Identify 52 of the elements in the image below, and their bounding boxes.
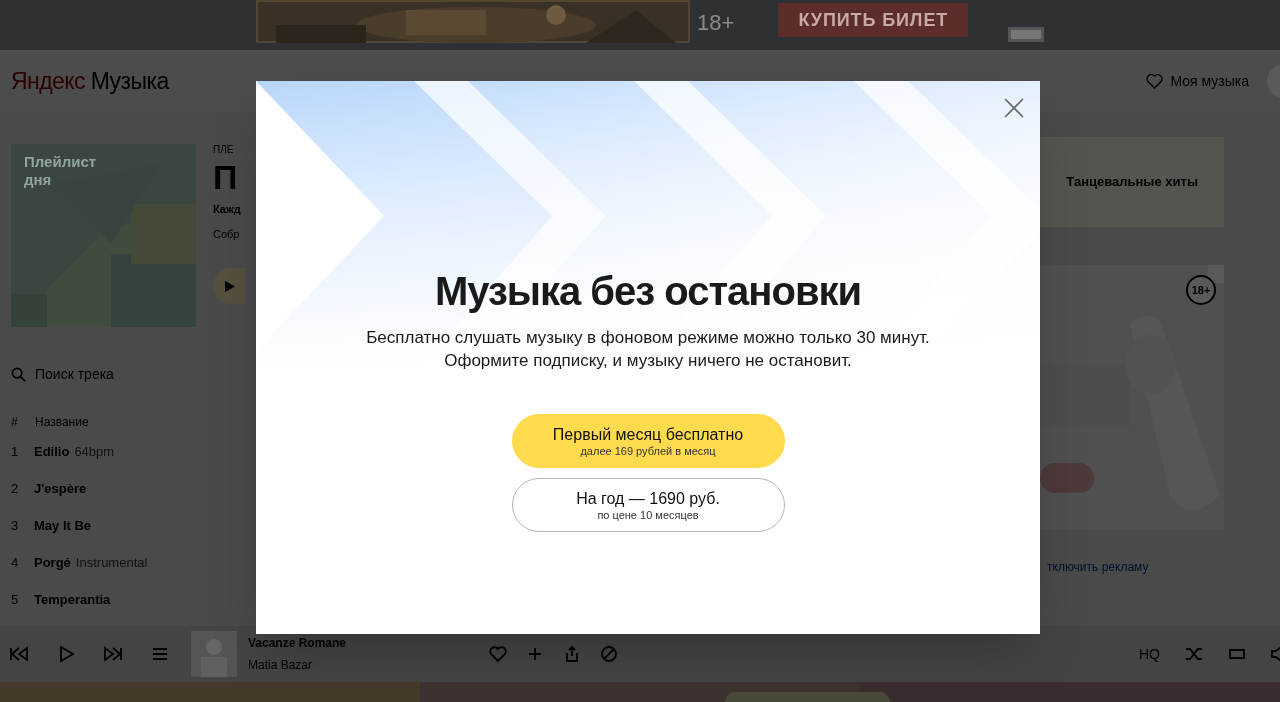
heart-icon bbox=[1146, 73, 1164, 89]
track-title: J'espère bbox=[34, 479, 87, 498]
dialog-text: Бесплатно слушать музыку в фоновом режиме можно только 30 минут. Оформите подписку, и музыку ничего не остановит. bbox=[366, 327, 930, 372]
playlist-title: П bbox=[213, 157, 239, 197]
block-icon[interactable] bbox=[599, 645, 619, 663]
track-row[interactable]: 5 Temperantia bbox=[11, 581, 213, 618]
ad-icon bbox=[1008, 27, 1045, 42]
card-title: Танцевальные хиты bbox=[1066, 173, 1198, 192]
track-title[interactable]: Vacanze Romane bbox=[248, 634, 488, 652]
close-button[interactable] bbox=[1004, 98, 1024, 118]
track-title: May It Be bbox=[34, 516, 92, 535]
track-search-field[interactable]: Поиск трека bbox=[35, 364, 205, 385]
track-title: Edilio bbox=[34, 442, 70, 461]
track-number: 3 bbox=[11, 516, 20, 535]
track-row[interactable]: 3 May It Be bbox=[11, 507, 213, 544]
track-number: 4 bbox=[11, 553, 20, 572]
logo[interactable]: Яндекс Музыка bbox=[11, 63, 169, 99]
column-header: # bbox=[11, 414, 19, 431]
track-row[interactable]: 4 Porgé Instrumental bbox=[11, 544, 213, 581]
annual-plan-button[interactable]: На год — 1690 руб. по цене 10 месяцев bbox=[511, 478, 785, 532]
close-icon bbox=[1004, 98, 1024, 118]
heart-icon[interactable] bbox=[488, 645, 508, 663]
menu-icon[interactable] bbox=[150, 645, 170, 663]
search-icon bbox=[11, 367, 26, 382]
quality-toggle[interactable]: HQ bbox=[1139, 643, 1160, 665]
track-title: Temperantia bbox=[34, 590, 111, 609]
dialog-title: Музыка без остановки bbox=[434, 268, 862, 315]
trial-button[interactable]: Первый месяц бесплатно далее 169 рублей в месяц bbox=[511, 414, 785, 468]
my-music-link[interactable]: Моя музыка bbox=[1170, 70, 1249, 92]
track-number: 1 bbox=[11, 442, 20, 461]
track-title: Porgé bbox=[34, 553, 71, 572]
buy-ticket-button[interactable]: КУПИТЬ БИЛЕТ bbox=[778, 3, 969, 37]
track-version: Instrumental bbox=[75, 553, 148, 572]
age-mark: 18+ bbox=[697, 9, 735, 37]
playlist-label: ПЛЕ bbox=[213, 143, 235, 157]
track-number: 2 bbox=[11, 479, 20, 498]
shuffle-icon[interactable] bbox=[1184, 645, 1204, 663]
next-icon[interactable] bbox=[103, 645, 123, 663]
playlist-card[interactable]: Танцевальные хиты bbox=[1040, 137, 1224, 227]
track-number: 5 bbox=[11, 590, 20, 609]
disable-ads-link[interactable]: тключить рекламу bbox=[1047, 558, 1280, 576]
track-row[interactable]: 2 J'espère bbox=[11, 470, 213, 507]
play-icon bbox=[225, 280, 235, 292]
playlist-description: Кажд bbox=[213, 202, 242, 217]
column-header: Название bbox=[35, 414, 89, 431]
previous-icon[interactable] bbox=[9, 645, 29, 663]
playlist-info: Собр bbox=[213, 226, 241, 242]
cover-title: Плейлист дня bbox=[24, 153, 98, 189]
play-button[interactable] bbox=[213, 268, 245, 304]
artist-name[interactable]: Matia Bazar bbox=[248, 656, 488, 674]
track-version: 64bpm bbox=[74, 442, 115, 461]
track-row[interactable]: 1 Edilio 64bpm bbox=[11, 433, 213, 470]
